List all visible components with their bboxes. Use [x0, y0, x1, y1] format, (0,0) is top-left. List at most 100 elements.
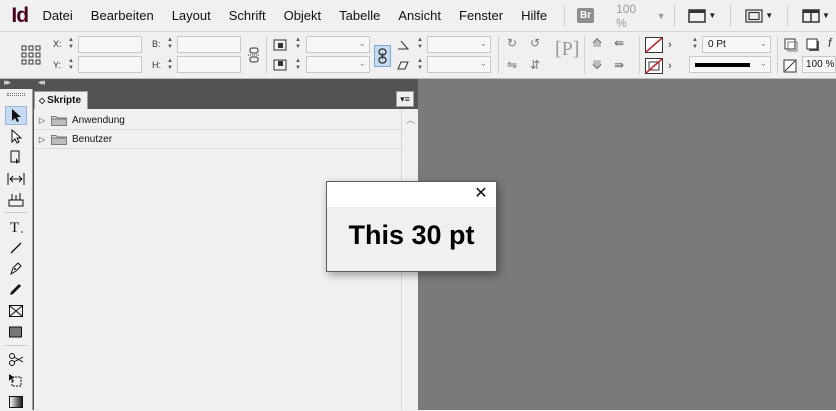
width-stepper[interactable]: ▲ ▼	[166, 37, 174, 51]
chevron-down-icon: ⌄	[479, 38, 487, 48]
screen-mode-icon	[745, 8, 763, 23]
page-tool-icon	[10, 150, 20, 164]
scale-y-stepper[interactable]: ▲ ▼	[294, 58, 302, 72]
stroke-weight-stepper[interactable]: ▲ ▼	[691, 37, 699, 51]
select-next-icon[interactable]: ⇛	[614, 58, 624, 72]
effects-icon[interactable]	[784, 38, 798, 52]
menu-tabelle[interactable]: Tabelle	[330, 8, 389, 23]
rotate-dropdown[interactable]: ⌄	[427, 36, 491, 53]
dialog-message: This 30 pt	[348, 220, 475, 250]
width-field[interactable]	[177, 36, 241, 53]
pencil-tool[interactable]	[5, 280, 27, 299]
rectangle-icon	[9, 326, 22, 337]
scroll-up-icon[interactable]: ︿	[406, 113, 415, 126]
dialog-titlebar[interactable]: ✕	[327, 182, 496, 207]
bridge-button[interactable]: Br	[576, 8, 595, 23]
folder-icon	[51, 134, 67, 145]
rotate-stepper[interactable]: ▲ ▼	[416, 37, 424, 51]
rectangle-tool[interactable]	[5, 322, 27, 341]
select-content-icon[interactable]: ⟱	[592, 58, 602, 72]
tab-skripte[interactable]: ◇ Skripte	[34, 91, 89, 109]
selection-tool[interactable]	[5, 106, 27, 125]
select-previous-icon[interactable]: ⇚	[614, 36, 624, 50]
height-stepper[interactable]: ▲ ▼	[166, 58, 174, 72]
menu-hilfe[interactable]: Hilfe	[512, 8, 556, 23]
collapse-panel-icon[interactable]: ◂◂	[38, 77, 45, 88]
drop-shadow-icon[interactable]	[806, 38, 820, 52]
stroke-type-dropdown[interactable]: ⌄	[689, 56, 771, 73]
shear-angle-icon	[397, 61, 409, 70]
height-field[interactable]	[177, 56, 241, 73]
pen-tool[interactable]	[5, 259, 27, 278]
menu-fenster[interactable]: Fenster	[450, 8, 512, 23]
menu-objekt[interactable]: Objekt	[275, 8, 331, 23]
fill-chevron-icon[interactable]: ›	[668, 38, 672, 52]
stroke-swatch-none-icon[interactable]	[645, 58, 663, 74]
close-icon[interactable]: ✕	[472, 185, 490, 203]
opacity-value: 100 %	[806, 59, 835, 70]
rectangle-frame-tool[interactable]	[5, 301, 27, 320]
line-tool[interactable]	[5, 238, 27, 257]
menu-schrift[interactable]: Schrift	[220, 8, 275, 23]
panel-menu-button[interactable]: ▾≡	[396, 91, 414, 107]
constrain-scale-button[interactable]	[374, 45, 391, 67]
scale-y-dropdown[interactable]: ⌄	[306, 56, 370, 73]
constrain-proportions-icon[interactable]	[247, 47, 261, 63]
view-options-button[interactable]: ▼	[688, 8, 716, 23]
rotate-ccw-icon[interactable]: ↺	[530, 36, 540, 50]
fx-icon[interactable]: f	[828, 36, 831, 50]
flip-vertical-icon[interactable]: ⇵	[530, 58, 540, 72]
opacity-field[interactable]: 100 %	[802, 56, 836, 73]
menu-layout[interactable]: Layout	[163, 8, 220, 23]
screen-mode-button[interactable]: ▼	[745, 8, 774, 23]
scale-x-stepper[interactable]: ▲ ▼	[294, 37, 302, 51]
stroke-weight-dropdown[interactable]: 0 Pt ⌄	[702, 36, 771, 53]
gap-tool[interactable]	[5, 169, 27, 188]
arrange-documents-icon	[802, 8, 820, 23]
separator	[266, 36, 267, 74]
menu-separator	[564, 4, 565, 27]
shear-dropdown[interactable]: ⌄	[427, 56, 491, 73]
page-tool[interactable]	[5, 148, 27, 167]
arrange-documents-button[interactable]: ▼	[802, 8, 830, 23]
tools-separator	[5, 345, 27, 346]
zoom-dropdown-icon[interactable]: ▼	[657, 11, 666, 21]
tools-grip[interactable]	[7, 93, 25, 96]
tree-folder-row[interactable]: ▷ Anwendung	[34, 111, 401, 130]
free-transform-tool[interactable]	[5, 371, 27, 390]
expand-triangle-icon[interactable]: ▷	[35, 135, 49, 144]
scale-x-dropdown[interactable]: ⌄	[306, 36, 370, 53]
height-label: H:	[152, 60, 161, 70]
select-container-icon[interactable]: ⟰	[592, 36, 602, 50]
expand-triangle-icon[interactable]: ▷	[35, 116, 49, 125]
stroke-chevron-icon[interactable]: ›	[668, 59, 672, 73]
y-stepper[interactable]: ▲ ▼	[67, 58, 75, 72]
type-tool[interactable]: T	[5, 217, 27, 236]
tree-folder-row[interactable]: ▷ Benutzer	[34, 130, 401, 149]
zoom-level[interactable]: 100 %	[616, 2, 647, 30]
scripts-panel-tabbar: ◇ Skripte ▾≡	[33, 89, 418, 109]
collapse-tools-icon[interactable]: ▸▸	[4, 77, 11, 88]
shear-stepper[interactable]: ▲ ▼	[416, 58, 424, 72]
fill-swatch-none-icon[interactable]	[645, 37, 663, 53]
flip-indicator-icon: [P]	[555, 38, 580, 60]
rotate-cw-icon[interactable]: ↻	[507, 36, 517, 50]
chevron-down-icon: ⌄	[759, 38, 767, 48]
gradient-tool[interactable]	[5, 392, 27, 411]
menu-ansicht[interactable]: Ansicht	[389, 8, 450, 23]
y-position-field[interactable]	[78, 56, 142, 73]
direct-selection-tool[interactable]	[5, 127, 27, 146]
separator	[498, 36, 499, 74]
svg-text:T: T	[10, 220, 19, 234]
reference-point-icon[interactable]	[21, 45, 41, 65]
x-position-field[interactable]	[78, 36, 142, 53]
chevron-down-icon: ▼	[765, 11, 774, 20]
content-collector-tool[interactable]	[5, 190, 27, 209]
x-stepper[interactable]: ▲ ▼	[67, 37, 75, 51]
menu-datei[interactable]: Datei	[39, 8, 81, 23]
menu-bearbeiten[interactable]: Bearbeiten	[82, 8, 163, 23]
stroke-type-preview	[695, 63, 750, 67]
scissors-tool[interactable]	[5, 350, 27, 369]
flip-horizontal-icon[interactable]: ⇋	[507, 58, 517, 72]
menu-separator	[787, 4, 789, 27]
